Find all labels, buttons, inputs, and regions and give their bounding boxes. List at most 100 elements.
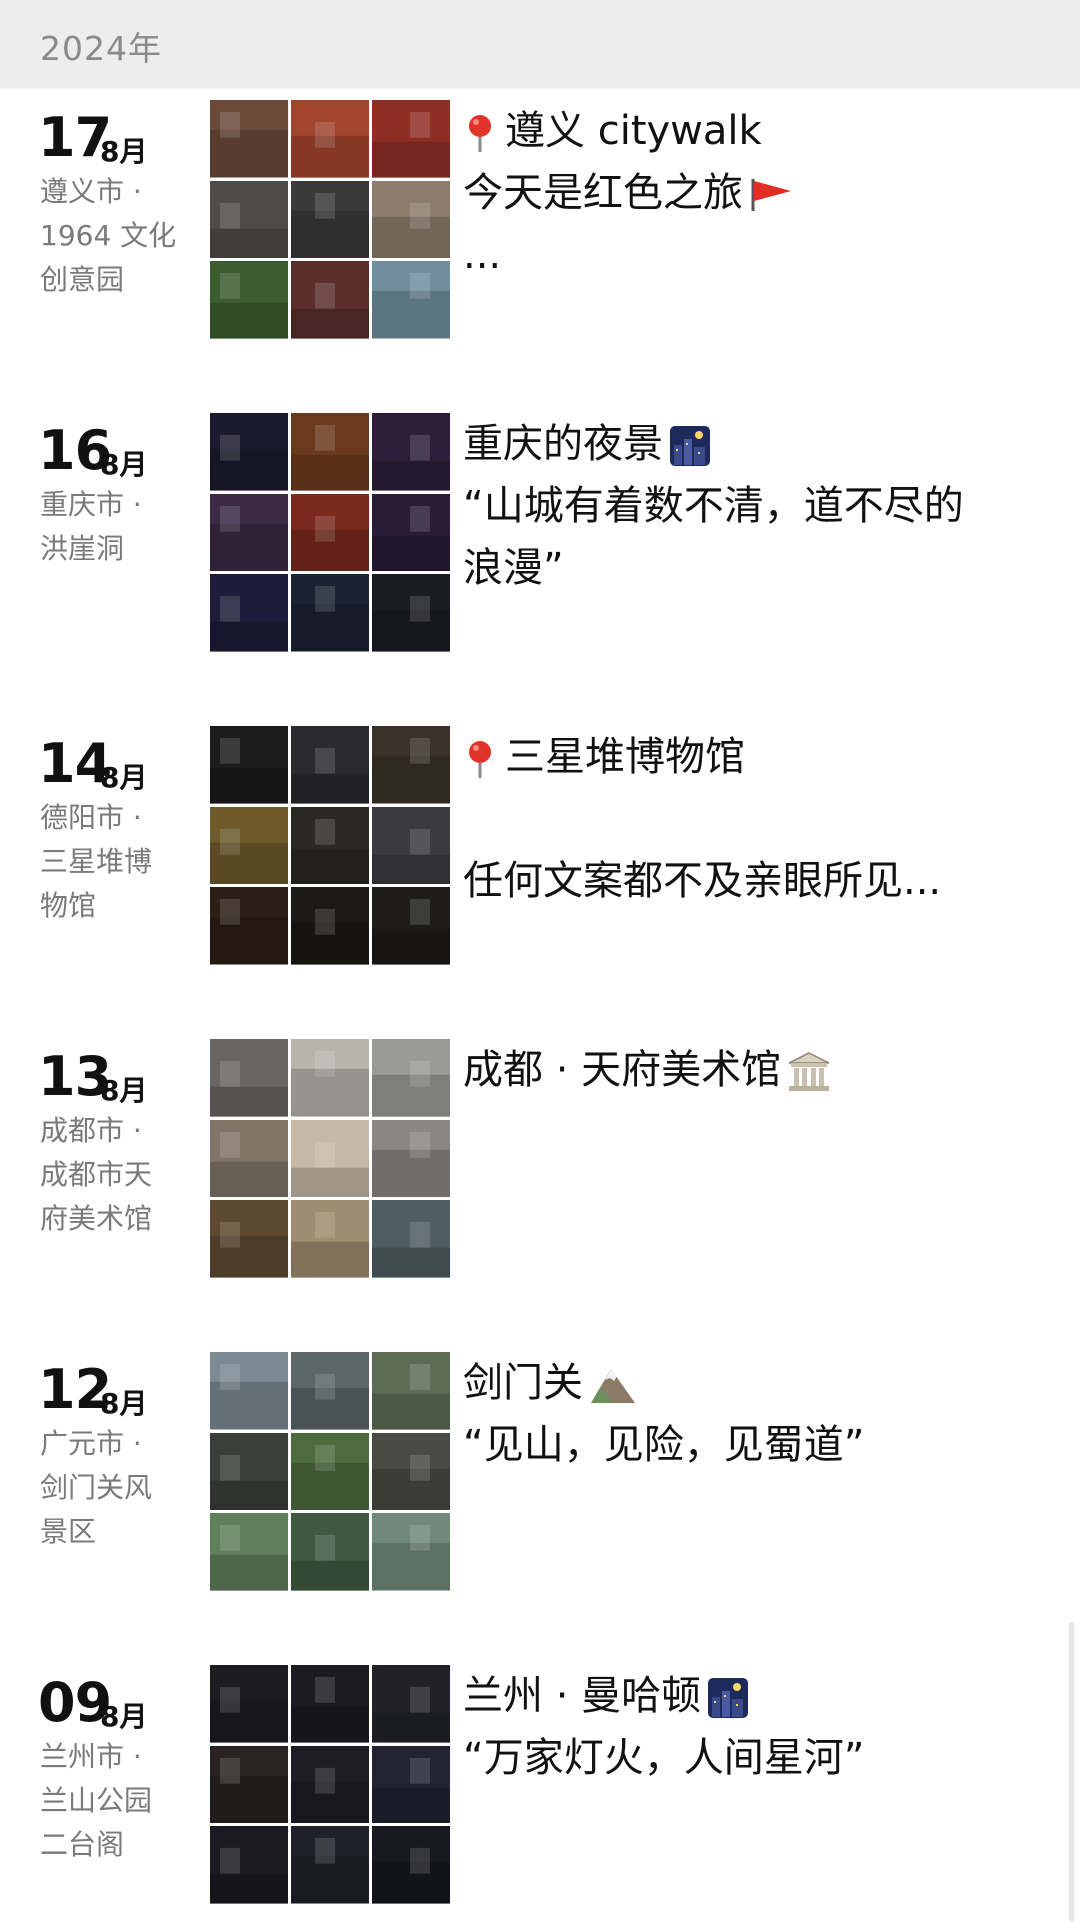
photo-thumbnail[interactable] <box>210 1352 288 1430</box>
photo-thumbnail[interactable] <box>291 806 369 885</box>
post-location: 重庆市 · 洪崖洞 <box>40 483 180 571</box>
night-city-icon <box>708 1678 749 1718</box>
post-line: ... <box>463 232 502 278</box>
post-text[interactable]: 兰州 · 曼哈顿 “万家灯火，人间星河” <box>463 1665 1023 1789</box>
post-line: 今天是红色之旅 <box>463 170 743 216</box>
photo-thumbnail[interactable] <box>210 887 288 965</box>
photo-thumbnail[interactable] <box>372 1039 450 1117</box>
photo-thumbnail[interactable] <box>372 574 450 652</box>
post-title: 兰州 · 曼哈顿 <box>463 1673 702 1719</box>
moment-post[interactable]: 12 8月 广元市 · 剑门关风 景区 剑门关 “见山，见险，见蜀道” <box>0 1352 1080 1602</box>
photo-thumbnail[interactable] <box>372 1826 450 1904</box>
photo-thumbnail[interactable] <box>210 100 288 178</box>
photo-thumbnail[interactable] <box>372 1352 450 1430</box>
location-line: 创意园 <box>40 263 125 296</box>
location-line: 兰州市 · <box>40 1740 142 1773</box>
photo-thumbnail[interactable] <box>291 1665 369 1743</box>
moment-post[interactable]: 17 8月 遵义市 · 1964 文化 创意园 遵义 citywalk 今天是红… <box>0 100 1080 350</box>
photo-thumbnail[interactable] <box>291 413 369 491</box>
photo-grid[interactable] <box>210 726 450 965</box>
post-text[interactable]: 遵义 citywalk 今天是红色之旅 ... <box>463 100 1023 286</box>
photo-thumbnail[interactable] <box>291 574 369 652</box>
location-line: 二台阁 <box>40 1828 125 1861</box>
moment-post[interactable]: 09 8月 兰州市 · 兰山公园 二台阁 兰州 · 曼哈顿 “万家灯火，人间星河… <box>0 1665 1080 1915</box>
location-line: 兰山公园 <box>40 1784 153 1817</box>
post-title: 重庆的夜景 <box>463 421 663 467</box>
location-line: 物馆 <box>40 889 97 922</box>
photo-thumbnail[interactable] <box>372 493 450 572</box>
photo-thumbnail[interactable] <box>372 261 450 339</box>
photo-thumbnail[interactable] <box>210 1432 288 1511</box>
photo-thumbnail[interactable] <box>291 180 369 259</box>
post-text[interactable]: 成都 · 天府美术馆 <box>463 1039 1023 1101</box>
photo-thumbnail[interactable] <box>210 493 288 572</box>
photo-thumbnail[interactable] <box>372 1119 450 1198</box>
photo-thumbnail[interactable] <box>210 726 288 804</box>
moment-post[interactable]: 13 8月 成都市 · 成都市天 府美术馆 成都 · 天府美术馆 <box>0 1039 1080 1289</box>
post-month: 8月 <box>100 1387 148 1420</box>
moment-post[interactable]: 16 8月 重庆市 · 洪崖洞 重庆的夜景 “山城有着数不清，道不尽的 浪漫” <box>0 413 1080 663</box>
photo-grid[interactable] <box>210 100 450 339</box>
photo-thumbnail[interactable] <box>372 1745 450 1824</box>
photo-thumbnail[interactable] <box>291 1352 369 1430</box>
red-flag-icon <box>751 179 791 211</box>
photo-thumbnail[interactable] <box>210 413 288 491</box>
photo-thumbnail[interactable] <box>210 1513 288 1591</box>
photo-thumbnail[interactable] <box>291 1200 369 1278</box>
photo-thumbnail[interactable] <box>210 574 288 652</box>
post-text[interactable]: 剑门关 “见山，见险，见蜀道” <box>463 1352 1023 1476</box>
post-line: “万家灯火，人间星河” <box>463 1735 865 1781</box>
photo-thumbnail[interactable] <box>372 100 450 178</box>
night-city-icon <box>670 426 710 466</box>
post-line: “山城有着数不清，道不尽的 <box>463 483 964 529</box>
photo-thumbnail[interactable] <box>291 1826 369 1904</box>
year-label: 2024年 <box>40 29 162 68</box>
photo-thumbnail[interactable] <box>210 1745 288 1824</box>
photo-grid[interactable] <box>210 1039 450 1278</box>
photo-thumbnail[interactable] <box>210 1039 288 1117</box>
photo-thumbnail[interactable] <box>291 1119 369 1198</box>
photo-thumbnail[interactable] <box>210 1665 288 1743</box>
photo-thumbnail[interactable] <box>372 1432 450 1511</box>
photo-thumbnail[interactable] <box>372 806 450 885</box>
post-line: 任何文案都不及亲眼所见... <box>463 858 942 904</box>
photo-thumbnail[interactable] <box>210 1119 288 1198</box>
location-line: 府美术馆 <box>40 1202 153 1235</box>
photo-thumbnail[interactable] <box>291 261 369 339</box>
photo-thumbnail[interactable] <box>291 1745 369 1824</box>
photo-thumbnail[interactable] <box>291 726 369 804</box>
photo-thumbnail[interactable] <box>291 100 369 178</box>
photo-thumbnail[interactable] <box>291 1039 369 1117</box>
photo-thumbnail[interactable] <box>372 180 450 259</box>
photo-thumbnail[interactable] <box>291 1432 369 1511</box>
photo-thumbnail[interactable] <box>372 1513 450 1591</box>
photo-grid[interactable] <box>210 413 450 652</box>
photo-thumbnail[interactable] <box>291 1513 369 1591</box>
photo-grid[interactable] <box>210 1352 450 1591</box>
post-text[interactable]: 重庆的夜景 “山城有着数不清，道不尽的 浪漫” <box>463 413 1023 599</box>
scrollbar[interactable] <box>1069 1622 1074 1922</box>
post-text[interactable]: 三星堆博物馆 任何文案都不及亲眼所见... <box>463 726 1023 912</box>
location-line: 成都市 · <box>40 1114 142 1147</box>
photo-grid[interactable] <box>210 1665 450 1904</box>
photo-thumbnail[interactable] <box>372 1200 450 1278</box>
photo-thumbnail[interactable] <box>210 806 288 885</box>
moment-post[interactable]: 14 8月 德阳市 · 三星堆博 物馆 三星堆博物馆 任何文案都不及亲眼所见..… <box>0 726 1080 976</box>
post-line: “见山，见险，见蜀道” <box>463 1422 865 1468</box>
photo-thumbnail[interactable] <box>210 1826 288 1904</box>
location-line: 遵义市 · <box>40 175 142 208</box>
location-line: 德阳市 · <box>40 801 142 834</box>
photo-thumbnail[interactable] <box>372 887 450 965</box>
photo-thumbnail[interactable] <box>372 1665 450 1743</box>
location-line: 洪崖洞 <box>40 532 125 565</box>
photo-thumbnail[interactable] <box>210 261 288 339</box>
photo-thumbnail[interactable] <box>372 726 450 804</box>
photo-thumbnail[interactable] <box>372 413 450 491</box>
photo-thumbnail[interactable] <box>210 180 288 259</box>
photo-thumbnail[interactable] <box>291 493 369 572</box>
photo-thumbnail[interactable] <box>291 887 369 965</box>
year-header-bar: 2024年 <box>0 0 1080 88</box>
photo-thumbnail[interactable] <box>210 1200 288 1278</box>
location-line: 景区 <box>40 1515 97 1548</box>
